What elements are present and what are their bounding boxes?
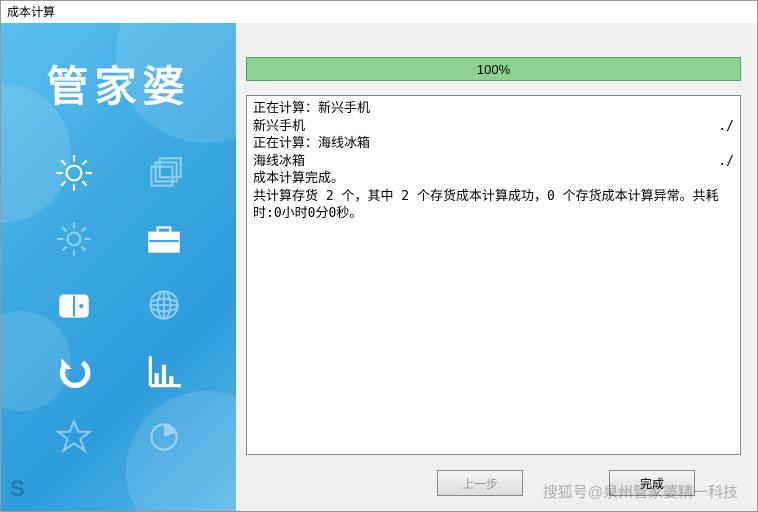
progress-bar: 100% <box>246 57 741 81</box>
brand-title: 管家婆 <box>1 53 236 114</box>
window-title: 成本计算 <box>1 1 757 23</box>
globe-icon <box>143 284 185 326</box>
sidebar: 管家婆 <box>1 23 236 511</box>
wizard-footer: 上一步 完成 <box>246 455 741 511</box>
log-line: 海线冰箱./ <box>253 153 734 171</box>
gear-icon <box>53 218 95 260</box>
log-line: 新兴手机./ <box>253 118 734 136</box>
barchart-icon <box>143 350 185 392</box>
log-line: 成本计算完成。 <box>253 170 734 188</box>
star-icon <box>53 416 95 458</box>
log-line: 正在计算：新兴手机 <box>253 100 734 118</box>
prev-button: 上一步 <box>437 470 523 496</box>
sun-icon <box>53 152 95 194</box>
wallet-icon <box>53 284 95 326</box>
log-output[interactable]: 正在计算：新兴手机新兴手机./正在计算：海线冰箱海线冰箱./成本计算完成。共计算… <box>246 95 741 455</box>
progress-label: 100% <box>247 58 740 80</box>
undo-icon <box>53 350 95 392</box>
main-content: 100% 正在计算：新兴手机新兴手机./正在计算：海线冰箱海线冰箱./成本计算完… <box>236 23 757 511</box>
log-line: 正在计算：海线冰箱 <box>253 135 734 153</box>
briefcase-icon <box>143 218 185 260</box>
finish-button[interactable]: 完成 <box>609 470 695 496</box>
log-line: 共计算存货 2 个，其中 2 个存货成本计算成功，0 个存货成本计算异常。共耗时… <box>253 188 734 223</box>
app-window: 成本计算 管家婆 100% <box>0 0 758 512</box>
window-body: 管家婆 100% 正在计算：新兴手机新兴手机./正在计算：海线冰箱海线冰箱./成… <box>1 23 757 511</box>
stack-icon <box>143 152 185 194</box>
sidebar-icons <box>1 143 236 467</box>
piechart-icon <box>143 416 185 458</box>
